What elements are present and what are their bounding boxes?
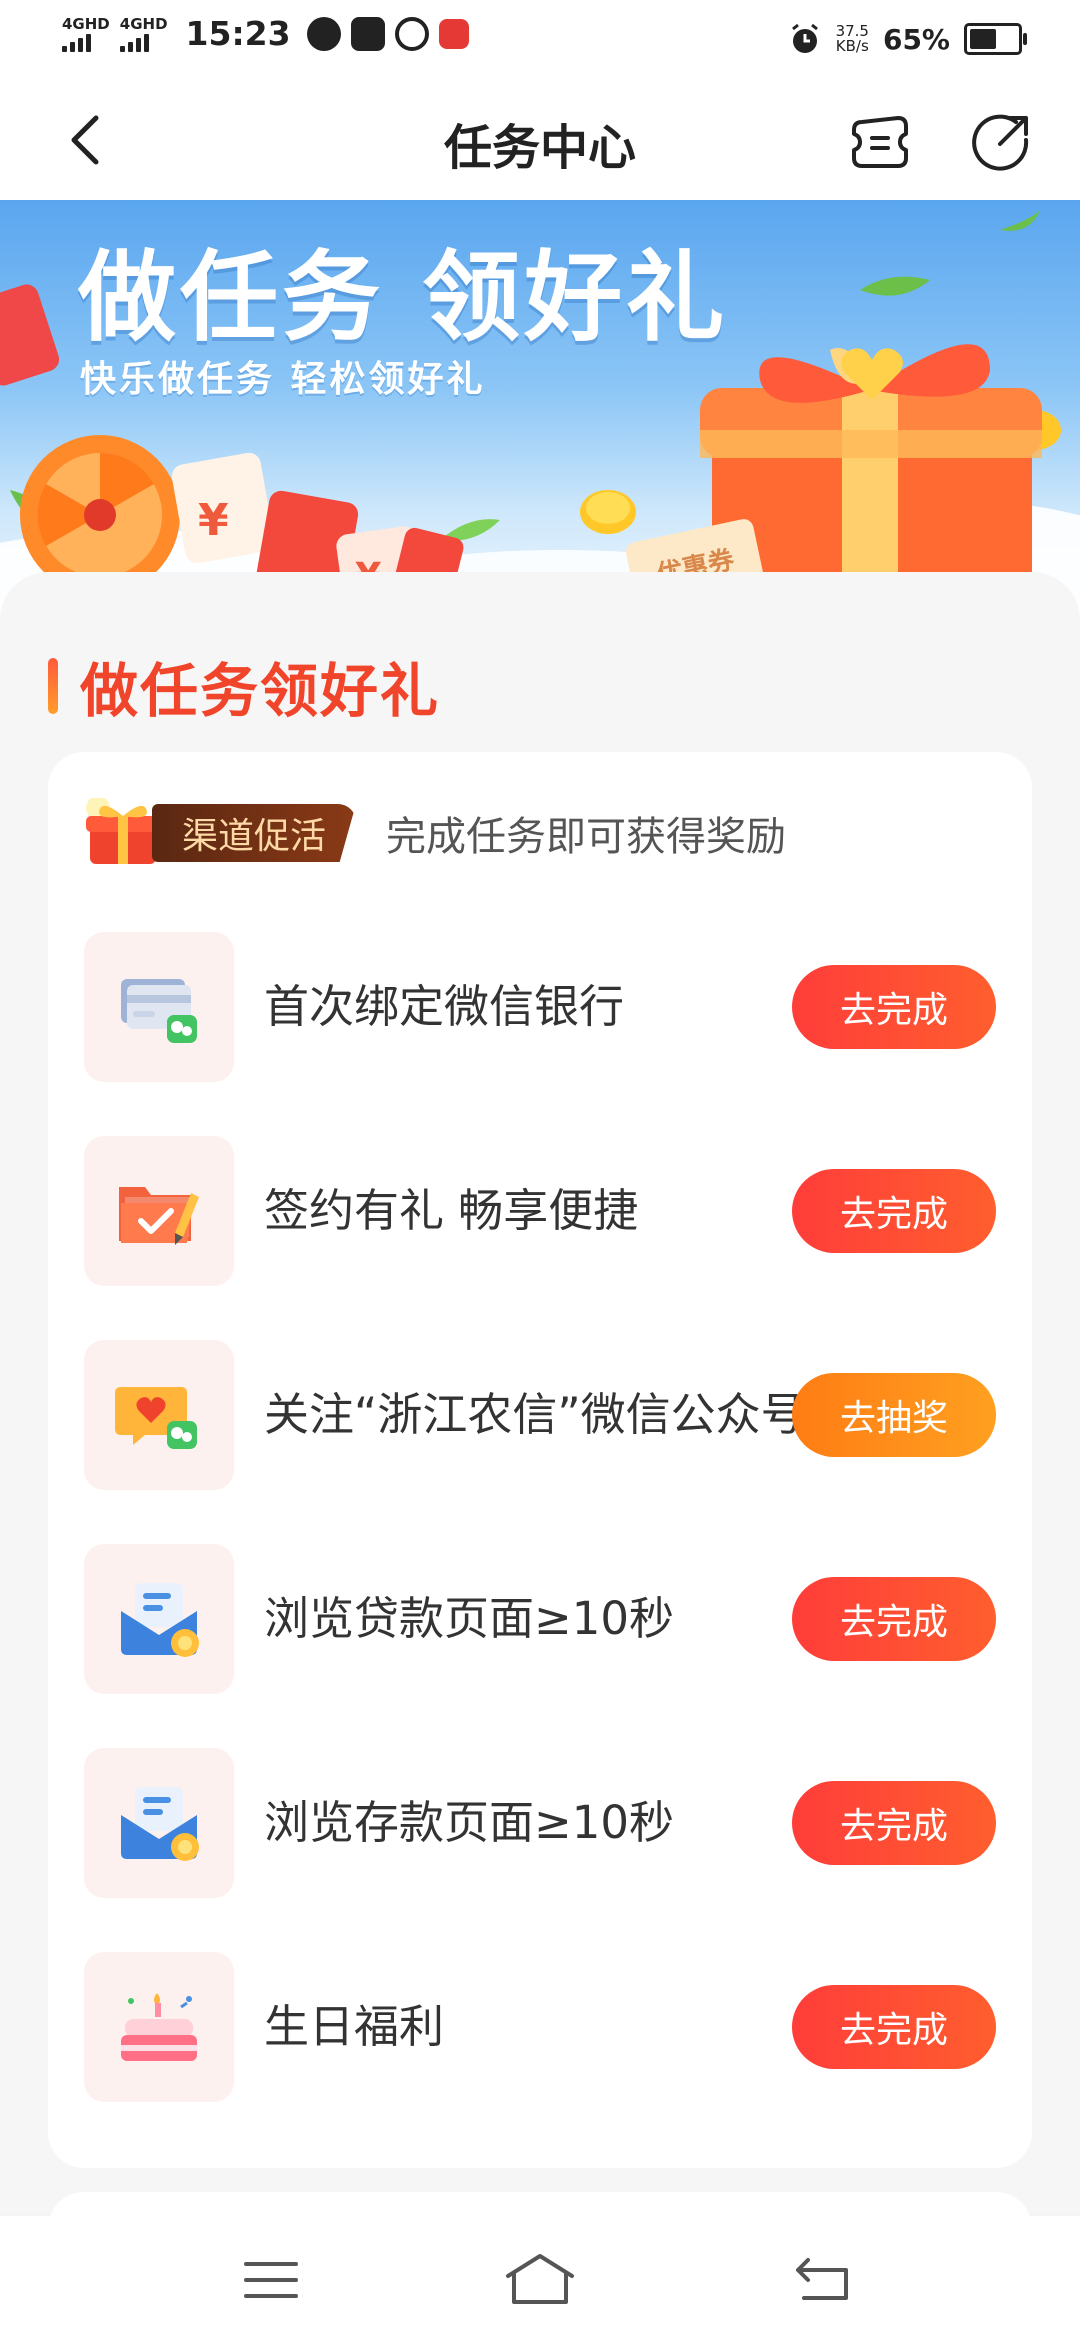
task-item: 浏览存款页面≥10秒 去完成 (48, 1748, 1032, 1898)
status-bar: 4GHD 4GHD 15:23 37.5 KB/s 65% (0, 0, 1080, 80)
promo-badge: 渠道促活 (152, 804, 357, 862)
section-accent-bar (48, 658, 58, 714)
hero-banner: ¥ ¥ 做任务 领好礼 快乐做任务 轻松领好礼 优惠券 (0, 200, 1080, 620)
task-label: 首次绑定微信银行 (264, 980, 625, 1033)
lottery-button[interactable]: 去抽奖 (792, 1373, 996, 1457)
page-title: 任务中心 (443, 120, 636, 176)
message-icon (306, 16, 341, 51)
complete-task-button[interactable]: 去完成 (792, 1985, 996, 2069)
signal-sim1: 4GHD (62, 16, 110, 52)
task-icon-box (84, 932, 234, 1082)
alarm-icon (791, 23, 818, 53)
wechat-heart-message-icon (115, 1387, 197, 1449)
task-icon-box (84, 1748, 234, 1898)
system-nav-bar (0, 2216, 1080, 2340)
complete-task-button[interactable]: 去完成 (792, 1781, 996, 1865)
app-notification-icon (350, 16, 385, 51)
task-section: 做任务领好礼 渠道促活 完成任务即可获得奖励 首次绑定微信银行 去完成 签约有礼… (0, 572, 1080, 2252)
task-item: 生日福利 去完成 (48, 1952, 1032, 2102)
complete-task-button[interactable]: 去完成 (792, 1577, 996, 1661)
battery-icon (964, 23, 1027, 55)
speedometer-icon (394, 16, 429, 51)
task-item: 首次绑定微信银行 去完成 (48, 932, 1032, 1082)
svg-text:¥: ¥ (198, 495, 229, 546)
signal-sim2: 4GHD (119, 16, 168, 52)
banner-title: 做任务 领好礼 (78, 241, 729, 355)
task-label: 签约有礼 畅享便捷 (264, 1184, 639, 1237)
nav-bar: 任务中心 (0, 80, 1080, 200)
section-title: 做任务领好礼 (80, 657, 441, 725)
bank-card-wechat-icon (121, 979, 197, 1043)
network-speed: 37.5 KB/s (835, 22, 869, 55)
task-label: 浏览贷款页面≥10秒 (264, 1592, 674, 1645)
task-label: 浏览存款页面≥10秒 (264, 1796, 674, 1849)
birthday-cake-icon (121, 1993, 197, 2061)
task-item: 签约有礼 畅享便捷 去完成 (48, 1136, 1032, 1286)
task-item: 浏览贷款页面≥10秒 去完成 (48, 1544, 1032, 1694)
ticket-icon[interactable] (848, 110, 912, 174)
promo-description: 完成任务即可获得奖励 (386, 814, 787, 860)
task-card: 渠道促活 完成任务即可获得奖励 首次绑定微信银行 去完成 签约有礼 畅享便捷 去… (48, 752, 1032, 2168)
gift-box-icon (86, 798, 160, 864)
banner-subtitle: 快乐做任务 轻松领好礼 (80, 359, 486, 400)
mail-coin-icon (121, 1787, 199, 1861)
promo-header: 渠道促活 完成任务即可获得奖励 (84, 798, 786, 868)
task-label: 关注“浙江农信”微信公众号 (264, 1388, 806, 1441)
battery-percent: 65% (882, 22, 950, 56)
complete-task-button[interactable]: 去完成 (792, 1169, 996, 1253)
share-icon[interactable] (970, 110, 1034, 174)
mail-coin-icon (121, 1583, 199, 1657)
task-item: 关注“浙江农信”微信公众号 去抽奖 (48, 1340, 1032, 1490)
folder-sign-icon (119, 1187, 199, 1245)
back-icon[interactable] (794, 2256, 852, 2302)
task-icon-box (84, 1952, 234, 2102)
home-icon[interactable] (504, 2252, 576, 2306)
clock: 15:23 (185, 14, 291, 53)
task-label: 生日福利 (264, 2000, 445, 2053)
menu-icon[interactable] (244, 2260, 298, 2300)
complete-task-button[interactable]: 去完成 (792, 965, 996, 1049)
task-icon-box (84, 1340, 234, 1490)
task-icon-box (84, 1544, 234, 1694)
red-app-icon (438, 18, 469, 49)
section-header: 做任务领好礼 (48, 644, 440, 728)
task-icon-box (84, 1136, 234, 1286)
